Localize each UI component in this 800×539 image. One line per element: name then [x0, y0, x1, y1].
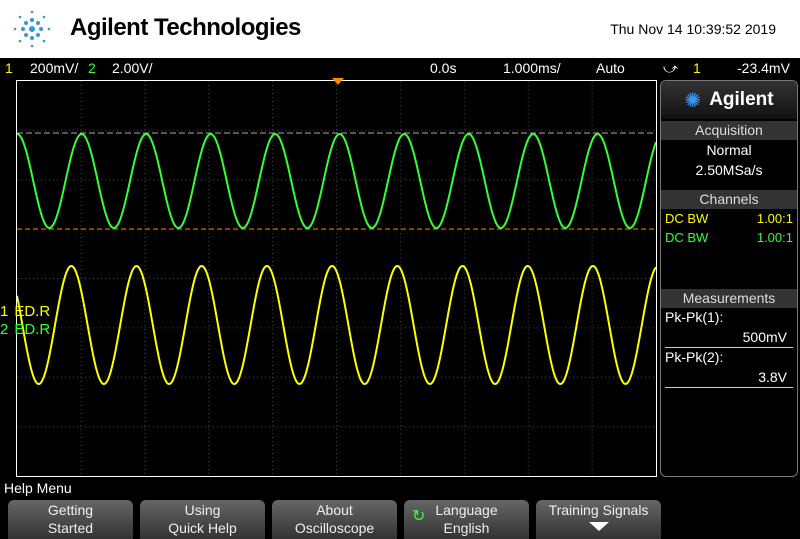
button-line1: Getting: [47, 502, 94, 518]
acquisition-mode: Normal: [706, 142, 752, 158]
ch1-marker-label: ED.R: [14, 303, 51, 320]
waveform-display[interactable]: [16, 80, 657, 477]
button-line1: Using: [184, 502, 221, 518]
rotate-knob-icon: ↻: [412, 508, 426, 525]
button-line1: Training Signals: [548, 502, 649, 518]
meas1-label: Pk-Pk(1):: [665, 309, 724, 325]
menu-title: Help Menu: [4, 480, 72, 496]
trigger-edge-icon: ⤻: [663, 60, 678, 76]
submenu-arrow-icon: [588, 522, 609, 531]
ch2-coupling: DC BW: [665, 230, 709, 245]
waveform-svg: [16, 81, 657, 476]
about-oscilloscope-button[interactable]: About Oscilloscope: [272, 500, 397, 539]
trigger-mode[interactable]: Auto: [596, 60, 625, 76]
ch2-marker-label: ED.R: [14, 321, 51, 338]
delay[interactable]: 0.0s: [430, 60, 456, 76]
trigger-position-icon: [332, 78, 344, 85]
datetime: Thu Nov 14 10:39:52 2019: [610, 21, 776, 37]
button-line2: Started: [47, 520, 94, 536]
trigger-level[interactable]: -23.4mV: [737, 60, 790, 76]
ch2-marker-number: 2: [0, 321, 9, 338]
agilent-logo-icon: [13, 10, 51, 48]
getting-started-button[interactable]: Getting Started: [8, 500, 133, 539]
ch2-probe: 1.00:1: [756, 230, 793, 245]
button-line1: About: [316, 502, 353, 518]
ch1-probe: 1.00:1: [756, 211, 793, 226]
measurements-header[interactable]: Measurements: [661, 289, 797, 308]
timebase[interactable]: 1.000ms/: [503, 60, 561, 76]
acquisition-header[interactable]: Acquisition: [661, 121, 797, 140]
ch1-scale[interactable]: 200mV/: [30, 60, 78, 76]
side-panel: ✺ Agilent Acquisition Normal 2.50MSa/s C…: [660, 80, 798, 477]
button-line2: Oscilloscope: [294, 520, 375, 536]
ch1-marker: 1 ED.R: [0, 303, 50, 320]
ch2-info: DC BW 1.00:1: [661, 228, 797, 247]
brand-title: Agilent Technologies: [70, 14, 301, 41]
ch1-number[interactable]: 1: [5, 60, 13, 76]
ch2-number[interactable]: 2: [88, 60, 96, 76]
ch2-marker: 2 ED.R: [0, 321, 50, 338]
ch1-marker-number: 1: [0, 303, 9, 320]
ch1-info: DC BW 1.00:1: [661, 209, 797, 228]
agilent-logo-small-icon: ✺: [684, 89, 702, 112]
button-line2: Quick Help: [168, 520, 237, 536]
quick-help-button[interactable]: Using Quick Help: [140, 500, 265, 539]
trigger-source[interactable]: 1: [693, 60, 701, 76]
sample-rate: 2.50MSa/s: [695, 162, 763, 178]
training-signals-button[interactable]: Training Signals: [536, 500, 661, 539]
ch1-coupling: DC BW: [665, 211, 709, 226]
ch2-scale[interactable]: 2.00V/: [112, 60, 152, 76]
language-button[interactable]: ↻ Language English: [404, 500, 529, 539]
status-bar: 1 200mV/ 2 2.00V/ 0.0s 1.000ms/ Auto ⤻ 1…: [0, 58, 800, 78]
meas1-value: 500mV: [665, 327, 793, 348]
meas2-value: 3.8V: [665, 367, 793, 388]
side-brand: Agilent: [709, 89, 774, 110]
meas2-label: Pk-Pk(2):: [665, 349, 724, 365]
header: Agilent Technologies Thu Nov 14 10:39:52…: [0, 0, 800, 58]
channels-header[interactable]: Channels: [661, 190, 797, 209]
